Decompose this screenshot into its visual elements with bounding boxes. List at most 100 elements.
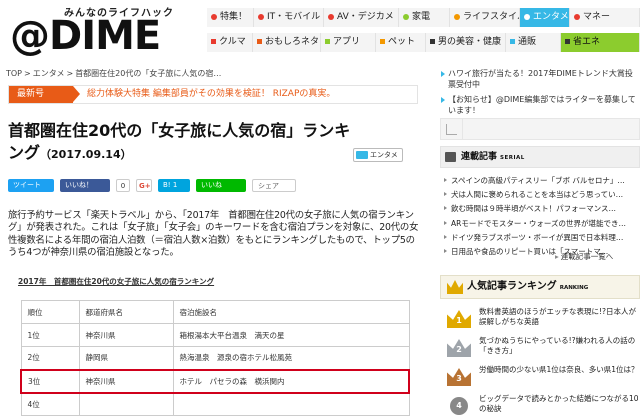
ranking-item[interactable]: 4 ビッグデータで読みとかった結婚につながる10の秘訣 — [443, 394, 640, 419]
serial-more-link[interactable]: 連載記事一覧へ — [555, 251, 614, 262]
image-placeholder-icon — [441, 119, 463, 140]
nav-item-r2-5[interactable]: 男の美容・健康 — [426, 33, 506, 52]
promo-link[interactable]: 【お知らせ】@DIME編集部ではライターを募集しています！ — [440, 94, 640, 116]
nav-bullet-icon — [258, 13, 264, 20]
serial-item[interactable]: 飲む時間は９時半頃がベスト！パフォーマンス… — [443, 202, 640, 215]
ranking-table: 順位 都道府県名 宿泊施設名 1位 神奈川県 箱根湯本大平台温泉 満天の星 2位 静岡県 熱海温… — [20, 300, 410, 416]
nav-item-r2-3[interactable]: アプリ — [321, 33, 376, 52]
table-cell — [78, 392, 174, 416]
table-header-row: 順位 都道府県名 宿泊施設名 — [20, 300, 410, 324]
nav-item-label: マネー — [583, 12, 611, 22]
table-cell: 静岡県 — [78, 346, 174, 370]
ranking-item-text: 労働時間の少ない県1位は奈良、多い県1位は？ — [479, 365, 639, 374]
serial-title-en: SERIAL — [500, 155, 525, 161]
article-date: （2017.09.14） — [40, 148, 132, 161]
nav-item-r2-4[interactable]: ペット — [376, 33, 426, 52]
ranking-item-text: 気づかぬうちにやっている!?嫌われる人の話の「きき方」 — [479, 336, 636, 355]
table-header-cell: 都道府県名 — [78, 300, 174, 324]
serial-item[interactable]: 犬は人間に褒められることを本当はどう思ってい… — [443, 188, 640, 201]
google-plus-button[interactable]: G+ — [136, 179, 152, 192]
breadcrumb-separator: > — [66, 69, 74, 78]
rank-crown-icon: 2 — [447, 339, 471, 357]
category-label: エンタメ — [370, 151, 398, 159]
nav-item-label: アプリ — [333, 37, 361, 47]
nav-bullet-icon — [211, 13, 217, 20]
serial-header: 連載記事 SERIAL — [440, 146, 640, 168]
promo-link[interactable]: ハワイ旅行が当たる！2017年DIMEトレンド大賞投票受付中 — [440, 68, 640, 90]
nav-bullet-icon — [574, 13, 580, 20]
table-row: 2位 静岡県 熱海温泉 源泉の宿ホテル松風苑 — [20, 346, 410, 370]
facebook-like-button[interactable]: いいね！ — [60, 179, 110, 192]
latest-text[interactable]: 総力体験大特集 編集部員がその効果を検証！ RIZAPの真実。 — [87, 86, 335, 103]
nav-item-label: 家電 — [412, 12, 431, 22]
line-button[interactable]: いいね — [196, 179, 246, 192]
article-title: 首都圏在住20代の「女子旅に人気の宿」ランキング（2017.09.14） — [8, 120, 358, 166]
nav-item-label: エンタメ — [533, 12, 569, 22]
nav-square-icon — [430, 39, 435, 44]
ranking-list: 1 数料書英語のほうがエッチな表現に!?日本人が誤解しがちな英語 2 気づかぬうちにや… — [443, 307, 640, 419]
nav-bullet-icon — [403, 13, 409, 20]
tweet-button[interactable]: ツイート — [8, 179, 54, 192]
nav-item-label: おもしろネタ — [265, 37, 320, 47]
ranking-item[interactable]: 2 気づかぬうちにやっている!?嫌われる人の話の「きき方」 — [443, 336, 640, 362]
nav-item-7[interactable]: マネー — [570, 8, 640, 27]
breadcrumb-item[interactable]: エンタメ — [33, 69, 65, 78]
table-cell: 1位 — [20, 323, 80, 347]
serial-item[interactable]: スペインの高級パティスリー「ブボ バルセロナ」… — [443, 174, 640, 187]
serial-item[interactable]: ドイツ発ラブスポーツ・ボーイが異国で日本料理… — [443, 231, 640, 244]
crown-icon — [447, 280, 463, 294]
site-logo[interactable]: みんなのライフハック @DIME — [8, 4, 198, 60]
nav-item-4[interactable]: 家電 — [399, 8, 450, 27]
nav-item-label: IT・モバイル — [267, 12, 321, 22]
breadcrumb-separator: > — [24, 69, 31, 78]
nav-item-6[interactable]: エンタメ — [520, 8, 570, 27]
table-cell: 箱根湯本大平台温泉 満天の星 — [172, 323, 410, 347]
nav-item-label: AV・デジカメ — [337, 12, 394, 22]
ranking-item[interactable]: 3 労働時間の少ない県1位は奈良、多い県1位は？ — [443, 365, 640, 391]
ranking-item-text: 数料書英語のほうがエッチな表現に!?日本人が誤解しがちな英語 — [479, 307, 636, 326]
nav-item-label: 省エネ — [573, 37, 601, 47]
nav-item-r2-1[interactable]: クルマ — [207, 33, 253, 52]
hatena-bookmark-button[interactable]: B! 1 — [158, 179, 190, 192]
ranking-title-en: RANKING — [559, 285, 589, 291]
table-cell: ホテル パセラの森 横浜関内 — [172, 368, 410, 394]
table-header-cell: 順位 — [20, 300, 80, 324]
like-count: 0 — [116, 179, 130, 192]
ranking-item[interactable]: 1 数料書英語のほうがエッチな表現に!?日本人が誤解しがちな英語 — [443, 307, 640, 333]
nav-item-2[interactable]: IT・モバイル — [254, 8, 324, 27]
sidebar-promos: ハワイ旅行が当たる！2017年DIMEトレンド大賞投票受付中 【お知らせ】@DIM… — [440, 68, 640, 120]
table-row: 3位 神奈川県 ホテル パセラの森 横浜関内 — [20, 368, 410, 394]
category-icon — [356, 151, 368, 159]
article-body: 旅行予約サービス「楽天トラベル」から、「2017年 首都圏在住20代の女子旅に人… — [8, 210, 419, 258]
page: みんなのライフハック @DIME 特集！ IT・モバイル AV・デジカメ 家電 ライフス… — [0, 0, 640, 419]
table-caption: 2017年 首都圏在住20代の女子旅に人気の宿ランキング — [18, 277, 215, 286]
table-cell: 2位 — [20, 346, 80, 370]
table-header-cell: 宿泊施設名 — [172, 300, 410, 324]
nav-row-2: クルマ おもしろネタ アプリ ペット 男の美容・健康 通販 省エネ — [207, 33, 640, 52]
nav-item-1[interactable]: 特集！ — [207, 8, 254, 27]
table-cell — [172, 392, 410, 416]
nav-item-5[interactable]: ライフスタイル — [450, 8, 520, 27]
share-bar: ツイート いいね！ 0 G+ B! 1 いいね シェア — [8, 179, 296, 192]
category-nav: 特集！ IT・モバイル AV・デジカメ 家電 ライフスタイル エンタメ マネー クルマ おもし… — [207, 8, 640, 58]
nav-bullet-icon — [524, 13, 530, 20]
nav-item-r2-6[interactable]: 通販 — [506, 33, 561, 52]
serial-title: 連載記事 — [461, 152, 498, 162]
rank-number-icon: 4 — [450, 397, 468, 415]
nav-item-label: 特集！ — [220, 12, 248, 22]
nav-item-r2-7[interactable]: 省エネ — [561, 33, 640, 52]
nav-bullet-icon — [328, 13, 334, 20]
share-button[interactable]: シェア — [252, 179, 296, 192]
nav-item-3[interactable]: AV・デジカメ — [324, 8, 399, 27]
nav-item-r2-2[interactable]: おもしろネタ — [253, 33, 321, 52]
table-cell: 神奈川県 — [78, 368, 174, 394]
table-row: 4位 — [20, 392, 410, 416]
breadcrumb-item[interactable]: TOP — [6, 69, 22, 78]
ranking-item-text: ビッグデータで読みとかった結婚につながる10の秘訣 — [479, 394, 639, 413]
ranking-header: 人気記事ランキング RANKING — [440, 275, 640, 299]
nav-square-icon — [325, 39, 330, 44]
serial-item[interactable]: ARモードでモスター・ウォーズの世界が堪能でき… — [443, 217, 640, 230]
category-badge[interactable]: エンタメ — [353, 148, 403, 162]
nav-item-label: 通販 — [518, 37, 537, 47]
latest-issue-bar[interactable]: 最新号 総力体験大特集 編集部員がその効果を検証！ RIZAPの真実。 — [8, 85, 418, 104]
